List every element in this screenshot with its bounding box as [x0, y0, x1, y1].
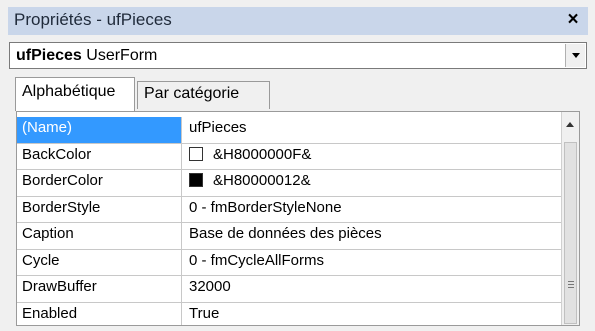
window-title: Propriétés - ufPieces	[14, 10, 172, 29]
grip-line	[568, 281, 574, 282]
property-name: BorderStyle	[17, 196, 182, 222]
property-name: BorderColor	[17, 170, 182, 196]
property-value: &H80000012&	[213, 172, 311, 189]
scroll-up-arrow-icon[interactable]	[566, 122, 574, 127]
property-name: (Name)	[17, 117, 182, 143]
color-swatch	[189, 173, 203, 188]
properties-window: Propriétés - ufPieces × ufPieces UserFor…	[0, 0, 595, 331]
property-value[interactable]: 0 - fmBorderStyleNone	[183, 197, 563, 223]
property-value-container[interactable]: &H80000012&	[183, 170, 563, 196]
title-bar: Propriétés - ufPieces ×	[8, 7, 588, 35]
property-value: &H8000000F&	[213, 145, 312, 163]
property-value[interactable]: 32000	[183, 276, 563, 302]
property-row-drawbuffer[interactable]: DrawBuffer 32000	[17, 276, 563, 303]
property-row-bordercolor[interactable]: BorderColor &H80000012&	[17, 170, 563, 197]
property-name: Cycle	[17, 249, 182, 275]
object-type: UserForm	[86, 47, 158, 64]
object-name: ufPieces	[16, 47, 82, 64]
property-name: Caption	[17, 223, 182, 249]
property-value[interactable]: ufPieces	[183, 117, 563, 143]
scrollbar-thumb[interactable]	[564, 142, 577, 324]
object-selector-dropdown-button[interactable]	[565, 44, 585, 67]
close-button[interactable]: ×	[564, 9, 582, 31]
property-list: (Name) ufPieces BackColor &H8000000F& Bo…	[17, 117, 563, 326]
chevron-down-icon	[572, 53, 580, 58]
property-name: Enabled	[17, 302, 182, 325]
property-row-cycle[interactable]: Cycle 0 - fmCycleAllForms	[17, 249, 563, 276]
property-row-backcolor[interactable]: BackColor &H8000000F&	[17, 143, 563, 170]
property-name: DrawBuffer	[17, 276, 182, 302]
tab-par-categorie[interactable]: Par catégorie	[137, 81, 270, 109]
property-value-container[interactable]: &H8000000F&	[183, 144, 563, 170]
property-row-borderstyle[interactable]: BorderStyle 0 - fmBorderStyleNone	[17, 196, 563, 223]
object-selector-value: ufPieces UserForm	[16, 47, 157, 65]
property-value[interactable]: Base de données des pièces	[183, 223, 563, 249]
vertical-scrollbar[interactable]	[561, 112, 579, 325]
property-value[interactable]: True	[183, 303, 563, 326]
property-value[interactable]: 0 - fmCycleAllForms	[183, 250, 563, 276]
grip-line	[568, 287, 574, 288]
object-selector[interactable]: ufPieces UserForm	[9, 42, 587, 69]
property-row-enabled[interactable]: Enabled True	[17, 302, 563, 326]
grip-line	[568, 284, 574, 285]
color-swatch	[189, 146, 203, 161]
property-name: BackColor	[17, 143, 182, 169]
property-row-name[interactable]: (Name) ufPieces	[17, 117, 563, 144]
tab-alphabetique[interactable]: Alphabétique	[15, 77, 135, 111]
property-row-caption[interactable]: Caption Base de données des pièces	[17, 223, 563, 250]
property-grid: (Name) ufPieces BackColor &H8000000F& Bo…	[16, 111, 580, 326]
